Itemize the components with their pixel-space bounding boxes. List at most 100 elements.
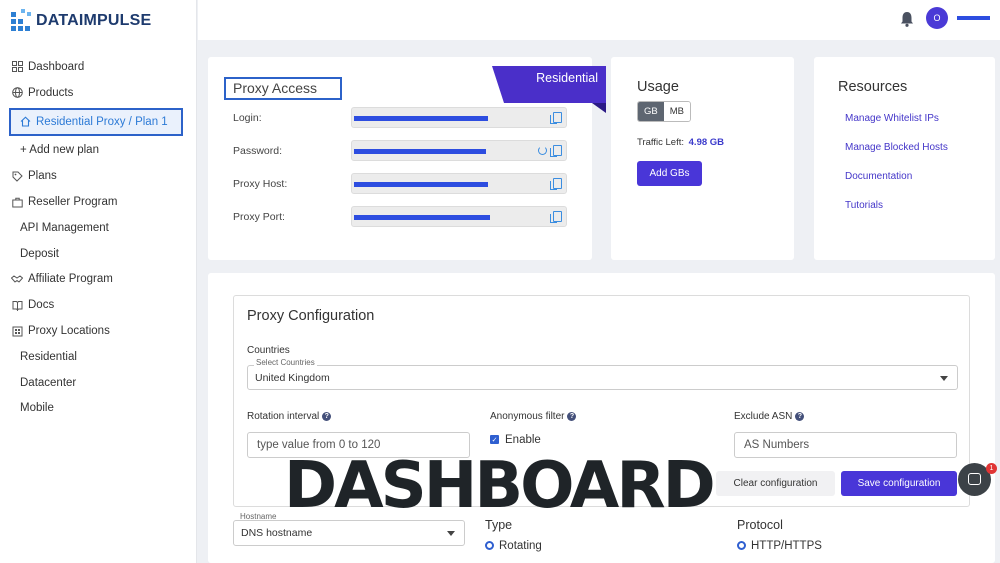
enable-label: Enable: [505, 434, 541, 446]
bell-icon[interactable]: [898, 10, 916, 28]
sidebar-item-residential[interactable]: Residential: [0, 344, 197, 370]
clear-configuration-button[interactable]: Clear configuration: [716, 471, 835, 496]
sidebar-item-api-management[interactable]: API Management: [0, 215, 197, 241]
tutorials-link[interactable]: Tutorials: [845, 200, 883, 211]
add-gbs-button[interactable]: Add GBs: [637, 161, 702, 186]
copy-icon[interactable]: [550, 145, 562, 157]
logo-mark-icon: [11, 9, 33, 33]
refresh-icon[interactable]: [538, 146, 547, 155]
save-configuration-button[interactable]: Save configuration: [841, 471, 957, 496]
login-label: Login:: [233, 111, 262, 124]
copy-icon[interactable]: [550, 112, 562, 124]
sidebar-item-label: Proxy Locations: [28, 325, 110, 338]
select-countries-label: Select Countries: [254, 358, 317, 367]
brand-name: DATAIMPULSE: [36, 12, 152, 29]
anonymous-filter-text: Anonymous filter: [490, 411, 565, 422]
sidebar-item-datacenter[interactable]: Datacenter: [0, 370, 197, 396]
usage-title: Usage: [637, 79, 679, 95]
login-field[interactable]: [351, 107, 567, 128]
sidebar-item-deposit[interactable]: Deposit: [0, 241, 197, 267]
sidebar-item-label: + Add new plan: [20, 144, 99, 157]
proxy-configuration-title: Proxy Configuration: [247, 308, 375, 324]
hostname-value: DNS hostname: [241, 527, 313, 539]
copy-icon[interactable]: [550, 211, 562, 223]
sidebar-item-mobile[interactable]: Mobile: [0, 396, 197, 422]
proxy-port-field[interactable]: [351, 206, 567, 227]
sidebar-item-add-new-plan[interactable]: + Add new plan: [0, 138, 197, 164]
proxy-access-card: Proxy Access Residential Login: Password…: [208, 57, 606, 260]
manage-whitelist-link[interactable]: Manage Whitelist IPs: [845, 113, 939, 124]
anonymous-filter-label: Anonymous filter?: [490, 411, 577, 422]
http-https-radio[interactable]: [737, 541, 746, 550]
chat-icon: [968, 473, 981, 485]
avatar[interactable]: O: [926, 7, 948, 29]
enable-checkbox[interactable]: ✓: [490, 435, 499, 444]
unit-mb-toggle[interactable]: MB: [663, 102, 690, 121]
sidebar-item-residential-proxy-plan[interactable]: Residential Proxy / Plan 1: [9, 107, 183, 136]
sidebar-item-products[interactable]: Products: [0, 80, 197, 106]
unit-gb-toggle[interactable]: GB: [638, 102, 664, 121]
sidebar-item-proxy-locations[interactable]: Proxy Locations: [0, 318, 197, 344]
brand-logo[interactable]: DATAIMPULSE: [11, 9, 151, 33]
http-https-label: HTTP/HTTPS: [751, 540, 822, 552]
grid-icon: [11, 61, 23, 73]
password-row: Password:: [233, 140, 568, 161]
sidebar-item-label: API Management: [20, 221, 109, 234]
dashboard-overlay-title: DASHBOARD: [284, 449, 716, 523]
copy-icon[interactable]: [550, 178, 562, 190]
sidebar-item-plans[interactable]: Plans: [0, 163, 197, 189]
caret-down-icon: [940, 376, 948, 381]
rotation-interval-text: Rotation interval: [247, 411, 320, 422]
proxy-host-row: Proxy Host:: [233, 173, 568, 194]
residential-ribbon: Residential: [492, 66, 606, 113]
exclude-asn-input[interactable]: AS Numbers: [734, 432, 957, 458]
exclude-asn-text: Exclude ASN: [734, 411, 793, 422]
sidebar-item-affiliate-program[interactable]: Affiliate Program: [0, 267, 197, 293]
country-value: United Kingdom: [255, 371, 330, 384]
handshake-icon: [11, 273, 23, 285]
briefcase-icon: [11, 196, 23, 208]
proxy-access-title: Proxy Access: [224, 77, 342, 100]
sidebar-item-dashboard[interactable]: Dashboard: [0, 54, 197, 80]
ribbon-label: Residential: [536, 71, 598, 85]
protocol-label: Protocol: [737, 518, 783, 532]
redacted-value: [354, 182, 488, 187]
exclude-asn-label: Exclude ASN?: [734, 411, 805, 422]
documentation-link[interactable]: Documentation: [845, 171, 912, 182]
manage-blocked-hosts-link[interactable]: Manage Blocked Hosts: [845, 142, 948, 153]
resources-card: Resources Manage Whitelist IPs Manage Bl…: [814, 57, 995, 260]
sidebar-item-label: Dashboard: [28, 60, 85, 73]
sidebar-item-label: Mobile: [20, 402, 54, 415]
sidebar-item-docs[interactable]: Docs: [0, 292, 197, 318]
sidebar-item-label: Products: [28, 86, 74, 99]
rotating-radio[interactable]: [485, 541, 494, 550]
sidebar-item-label: Plans: [28, 170, 57, 183]
resources-title: Resources: [838, 79, 908, 95]
home-icon: [19, 116, 31, 128]
building-icon: [11, 325, 23, 337]
chat-notification-badge: 1: [986, 463, 997, 474]
proxy-host-field[interactable]: [351, 173, 567, 194]
countries-select[interactable]: United Kingdom: [247, 365, 958, 390]
sidebar-item-label: Reseller Program: [28, 196, 118, 209]
password-field[interactable]: [351, 140, 567, 161]
sidebar: DATAIMPULSE Dashboard Products Residenti…: [0, 0, 197, 563]
proxy-port-row: Proxy Port:: [233, 206, 568, 227]
hostname-select[interactable]: DNS hostname: [233, 520, 465, 546]
redacted-value: [354, 116, 488, 121]
sidebar-item-reseller-program[interactable]: Reseller Program: [0, 189, 197, 215]
usage-card: Usage GB MB Traffic Left: 4.98 GB Add GB…: [611, 57, 794, 260]
countries-label: Countries: [247, 345, 290, 356]
help-icon[interactable]: ?: [322, 411, 332, 421]
redacted-username[interactable]: [957, 16, 990, 20]
password-label: Password:: [233, 144, 283, 157]
login-row: Login:: [233, 107, 568, 128]
caret-down-icon: [447, 531, 455, 536]
globe-icon: [11, 87, 23, 99]
help-icon[interactable]: ?: [567, 411, 577, 421]
sidebar-item-label: Docs: [28, 299, 55, 312]
help-icon[interactable]: ?: [795, 411, 805, 421]
top-bar: O: [198, 0, 1000, 40]
sidebar-item-label: Datacenter: [20, 376, 77, 389]
sidebar-item-label: Affiliate Program: [28, 273, 113, 286]
